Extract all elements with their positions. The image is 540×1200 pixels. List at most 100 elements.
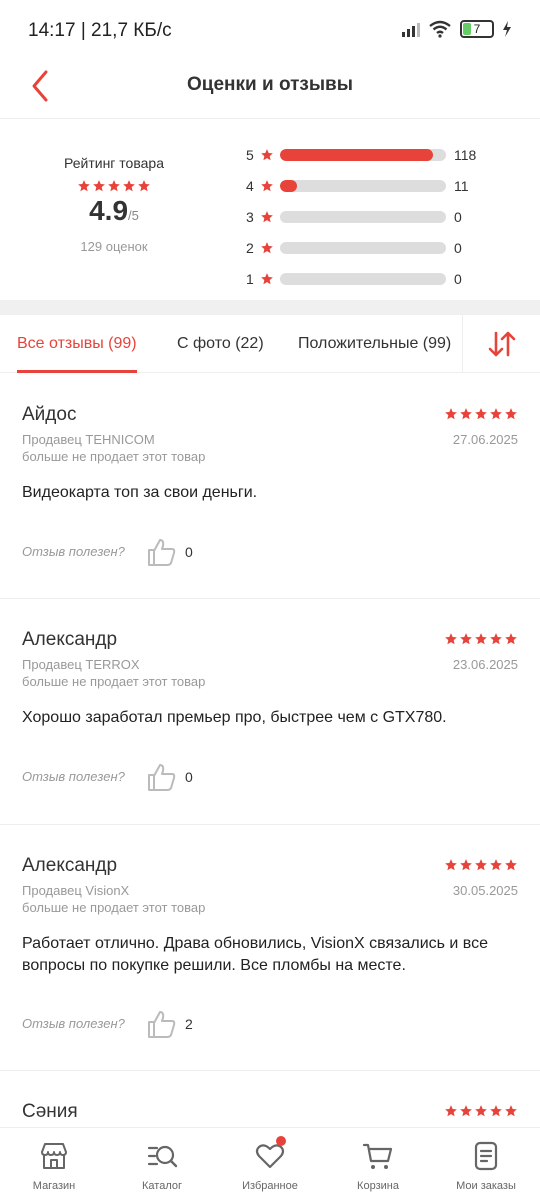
rating-bar-row: 5 118	[246, 139, 476, 170]
page-title: Оценки и отзывы	[187, 74, 353, 95]
rating-bar-row: 2 0	[246, 232, 476, 263]
rating-bar-fill	[280, 179, 297, 192]
status-bar: 14:17 | 21,7 КБ/с 7	[0, 0, 540, 62]
nav-label: Каталог	[142, 1180, 182, 1192]
nav-favorites[interactable]: Избранное	[216, 1128, 324, 1200]
bar-count: 0	[454, 208, 462, 225]
nav-label: Магазин	[32, 1180, 76, 1192]
nav-label: Мои заказы	[456, 1180, 516, 1192]
bar-count: 0	[454, 270, 462, 287]
thumbs-up-icon[interactable]	[146, 537, 178, 567]
battery-icon: 7	[460, 20, 494, 38]
rating-overview: Рейтинг товара 4.9/5 129 оценок	[44, 155, 184, 254]
bar-count: 11	[454, 177, 469, 194]
review-seller: Продавец TEHNICOM	[22, 432, 155, 447]
star-icon	[505, 859, 517, 871]
nav-shop[interactable]: Магазин	[0, 1128, 108, 1200]
app-header: Оценки и отзывы	[0, 62, 540, 118]
review-text: Видеокарта топ за свои деньги.	[22, 484, 258, 501]
seller-status-note: больше не продает этот товар	[22, 449, 206, 464]
sort-button[interactable]	[462, 315, 540, 373]
review-stars	[444, 632, 518, 646]
review-card: Айдос Продавец TEHNICOM больше не продае…	[0, 374, 540, 599]
review-text: Хорошо заработал премьер про, быстрее че…	[22, 709, 447, 726]
section-divider	[0, 300, 540, 315]
star-icon	[460, 859, 472, 871]
star-icon	[460, 408, 472, 420]
helpful-count: 2	[185, 1016, 193, 1032]
tab-positive[interactable]: Положительные (99)	[298, 315, 451, 373]
star-icon	[93, 180, 105, 192]
star-icon	[505, 633, 517, 645]
nav-catalog[interactable]: Каталог	[108, 1128, 216, 1200]
bar-stars-label: 3	[246, 208, 254, 225]
nav-orders[interactable]: Мои заказы	[432, 1128, 540, 1200]
rating-stars	[44, 179, 184, 193]
review-filter-tabs: Все отзывы (99) С фото (22) Положительны…	[0, 315, 540, 373]
thumbs-up-icon[interactable]	[146, 1009, 178, 1039]
cart-icon	[362, 1143, 393, 1169]
charging-icon	[503, 21, 511, 37]
rating-bar-row: 4 11	[246, 170, 476, 201]
rating-value: 4.9/5	[44, 195, 184, 227]
notification-dot	[276, 1136, 286, 1146]
reviewer-name: Александр	[22, 855, 118, 876]
review-card: Сәния	[0, 1071, 540, 1127]
rating-bar-fill	[280, 148, 433, 161]
nav-cart[interactable]: Корзина	[324, 1128, 432, 1200]
review-card: Александр Продавец TERROX больше не прод…	[0, 599, 540, 825]
bar-count: 118	[454, 146, 477, 163]
review-stars	[444, 1104, 518, 1118]
star-icon	[475, 633, 487, 645]
star-icon	[108, 180, 120, 192]
review-date: 30.05.2025	[452, 883, 518, 898]
star-icon	[445, 859, 457, 871]
battery-level: 7	[473, 22, 481, 36]
tab-with-photo[interactable]: С фото (22)	[177, 315, 264, 373]
star-icon	[490, 859, 502, 871]
rating-max: /5	[128, 208, 139, 223]
bar-stars-label: 5	[246, 146, 254, 163]
star-icon	[445, 1105, 457, 1117]
review-text: Работает отлично. Драва обновились, Visi…	[22, 935, 489, 974]
helpful-count: 0	[185, 769, 193, 785]
star-icon	[460, 1105, 472, 1117]
rating-distribution: 5 118 4 11 3 0 2 0 1 0	[246, 139, 476, 294]
star-icon	[475, 1105, 487, 1117]
star-icon	[261, 241, 273, 253]
helpful-label: Отзыв полезен?	[22, 1016, 125, 1031]
reviewer-name: Александр	[22, 629, 118, 650]
rating-bar-track	[280, 210, 446, 223]
thumbs-up-icon[interactable]	[146, 762, 178, 792]
review-seller: Продавец TERROX	[22, 657, 140, 672]
nav-label: Корзина	[357, 1180, 399, 1192]
star-icon	[475, 859, 487, 871]
bar-stars-label: 4	[246, 177, 254, 194]
review-seller: Продавец VisionX	[22, 883, 130, 898]
status-icons: 7	[402, 20, 512, 38]
star-icon	[445, 408, 457, 420]
catalog-search-icon	[147, 1145, 178, 1168]
helpful-label: Отзыв полезен?	[22, 544, 125, 559]
sort-arrows-icon	[488, 331, 515, 357]
review-stars	[444, 407, 518, 421]
bottom-navigation: Магазин Каталог Избранное Корзина Мои за…	[0, 1127, 540, 1200]
bar-count: 0	[454, 239, 462, 256]
star-icon	[505, 1105, 517, 1117]
bar-stars-label: 1	[246, 270, 254, 287]
star-icon	[123, 180, 135, 192]
reviewer-name: Сәния	[22, 1101, 78, 1122]
review-card: Александр Продавец VisionX больше не про…	[0, 825, 540, 1071]
reviewer-name: Айдос	[22, 404, 77, 425]
seller-status-note: больше не продает этот товар	[22, 674, 206, 689]
signal-icon	[402, 21, 420, 37]
star-icon	[261, 148, 273, 160]
tab-all-reviews[interactable]: Все отзывы (99)	[17, 315, 137, 373]
star-icon	[78, 180, 90, 192]
rating-summary: Рейтинг товара 4.9/5 129 оценок 5 118 4 …	[0, 118, 540, 300]
bar-stars-label: 2	[246, 239, 254, 256]
review-stars	[444, 858, 518, 872]
rating-bar-track	[280, 179, 446, 192]
status-time: 14:17 | 21,7 КБ/с	[28, 20, 172, 41]
seller-status-note: больше не продает этот товар	[22, 900, 206, 915]
